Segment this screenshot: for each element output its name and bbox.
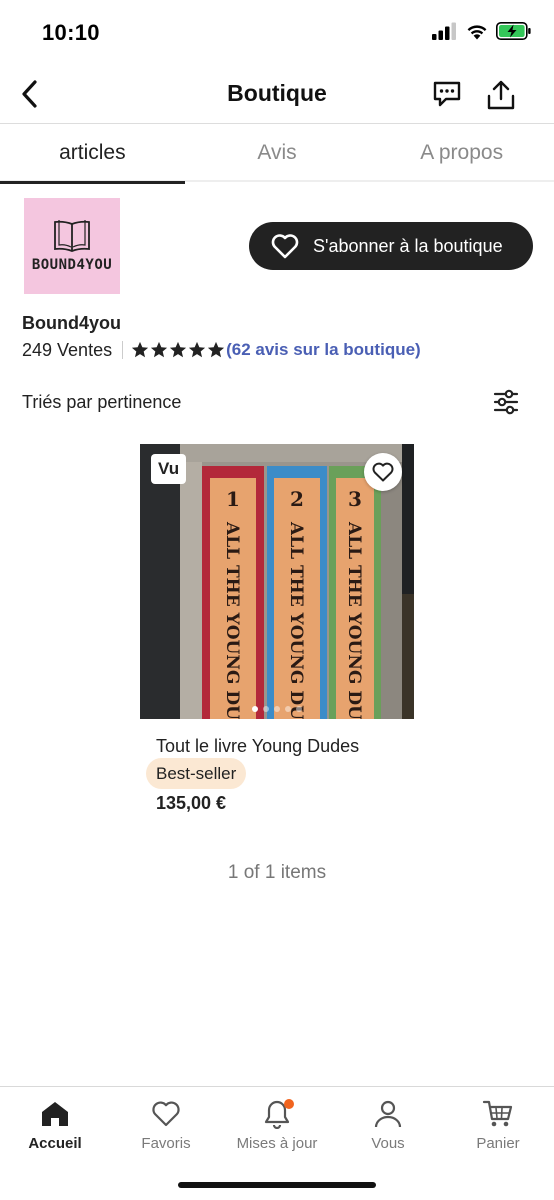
wifi-icon — [467, 24, 487, 39]
product-image[interactable]: 1 ALL THE YOUNG DUDES 2 ALL THE YOUNG DUDES… — [140, 444, 414, 719]
pagination-dot — [296, 706, 302, 712]
pagination-dot — [285, 706, 291, 712]
bestseller-badge: Best-seller — [146, 758, 247, 789]
tab-mises-a-jour[interactable]: Mises à jour — [222, 1097, 332, 1152]
tab-accueil[interactable]: Accueil — [0, 1097, 110, 1152]
spine-number: 1 — [226, 487, 240, 511]
tab-label: Accueil — [28, 1135, 82, 1152]
spine-number: 3 — [348, 487, 362, 511]
battery-charging-icon — [496, 22, 531, 40]
tab-vous[interactable]: Vous — [333, 1097, 443, 1152]
product-title: Tout le livre Young Dudes — [156, 736, 360, 756]
tab-favoris[interactable]: Favoris — [111, 1097, 221, 1152]
home-icon — [38, 1097, 72, 1131]
tab-panier[interactable]: Panier — [443, 1097, 553, 1152]
rating-stars — [131, 341, 225, 359]
pagination-dot — [263, 706, 269, 712]
star-icon — [207, 341, 225, 358]
star-icon — [150, 341, 168, 358]
tab-label: Vous — [371, 1135, 405, 1152]
shop-logo-text: BOUND4YOU — [31, 257, 113, 273]
message-shop-button[interactable] — [428, 76, 466, 112]
shop-logo: BOUND4YOU — [24, 198, 120, 294]
divider — [122, 341, 124, 359]
cellular-signal-icon — [432, 22, 456, 40]
star-icon — [169, 341, 187, 358]
page-title: Boutique — [227, 80, 327, 106]
sort-label[interactable]: Triés par pertinence — [22, 392, 181, 413]
product-card[interactable]: 1 ALL THE YOUNG DUDES 2 ALL THE YOUNG DUDES… — [140, 444, 414, 813]
share-icon — [487, 80, 515, 110]
tab-label: Favoris — [141, 1135, 191, 1152]
shop-tabs: articles Avis A propos — [0, 124, 554, 184]
favorite-button[interactable] — [364, 453, 402, 491]
follow-button-label: S'abonner à la boutique — [313, 235, 503, 256]
cart-icon — [481, 1097, 515, 1131]
star-icon — [188, 341, 206, 358]
pagination-text: 1 of 1 items — [227, 862, 327, 883]
bell-icon — [260, 1097, 294, 1131]
pagination-dot — [252, 706, 258, 712]
star-icon — [131, 341, 149, 358]
spine-title: ALL THE YOUNG DUDES — [344, 521, 364, 719]
filter-button[interactable] — [490, 386, 522, 418]
image-pagination-dots — [140, 706, 414, 712]
status-time: 10:10 — [42, 20, 100, 45]
open-book-icon — [54, 220, 90, 252]
reviews-link[interactable]: (62 avis sur la boutique) — [226, 340, 421, 360]
pagination-dot — [274, 706, 280, 712]
tab-label: Mises à jour — [236, 1135, 318, 1152]
tab-avis[interactable]: Avis — [185, 124, 370, 182]
nav-bar: Boutique — [0, 64, 554, 124]
heart-outline-icon — [271, 234, 299, 259]
shop-meta: 249 Ventes (62 avis sur la boutique) — [22, 339, 421, 361]
status-icons — [432, 22, 532, 40]
tab-label: Panier — [476, 1135, 520, 1152]
message-icon — [433, 81, 461, 107]
spine-title: ALL THE YOUNG DUDES — [286, 521, 306, 719]
follow-shop-button[interactable]: S'abonner à la boutique — [249, 222, 533, 270]
home-indicator — [178, 1182, 376, 1188]
notification-dot — [284, 1099, 294, 1109]
heart-icon — [149, 1097, 183, 1131]
tab-articles[interactable]: articles — [0, 124, 185, 184]
product-price: 135,00 € — [156, 793, 227, 813]
shop-name: Bound4you — [22, 313, 121, 333]
share-button[interactable] — [482, 76, 520, 114]
status-bar: 10:10 — [0, 0, 554, 64]
seen-badge: Vu — [151, 454, 187, 484]
person-icon — [371, 1097, 405, 1131]
spine-title: ALL THE YOUNG DUDES — [222, 521, 242, 719]
sales-count: 249 Ventes — [22, 339, 113, 360]
heart-outline-icon — [372, 462, 394, 482]
spine-number: 2 — [290, 487, 304, 511]
tab-a-propos[interactable]: A propos — [369, 124, 554, 182]
sliders-icon — [493, 389, 519, 415]
